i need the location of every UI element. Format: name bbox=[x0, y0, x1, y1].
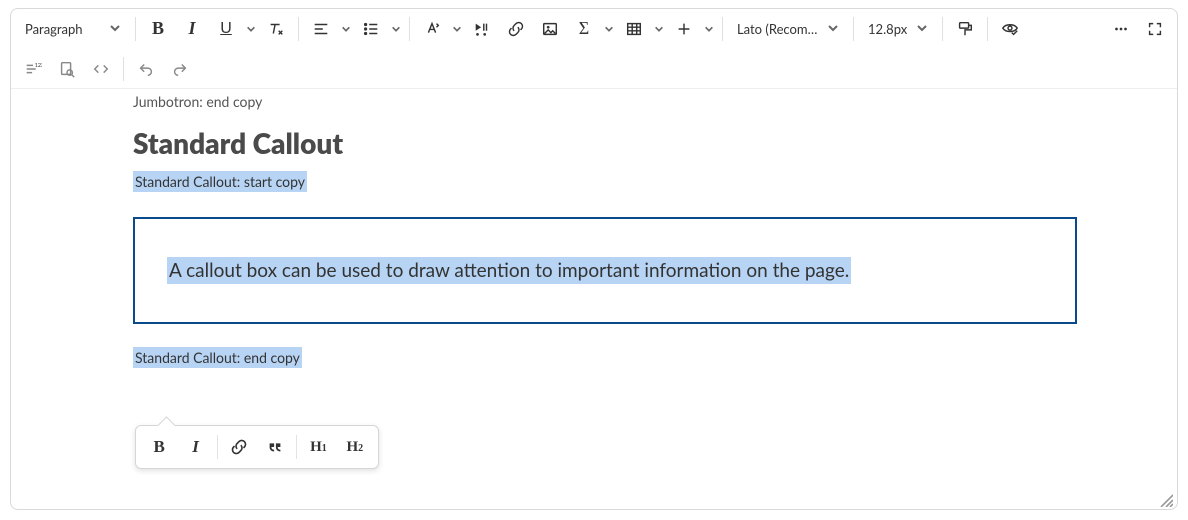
preview-button[interactable] bbox=[51, 54, 83, 84]
separator bbox=[135, 17, 136, 41]
clear-formatting-icon bbox=[267, 20, 285, 38]
table-button[interactable] bbox=[618, 14, 650, 44]
list-button[interactable] bbox=[355, 14, 387, 44]
dots-icon bbox=[1112, 20, 1130, 38]
text-color-icon bbox=[423, 20, 441, 38]
callout-text: A callout box can be used to draw attent… bbox=[167, 257, 851, 284]
undo-icon bbox=[137, 60, 155, 78]
align-icon bbox=[312, 20, 330, 38]
link-icon bbox=[507, 20, 525, 38]
h2-icon: H2 bbox=[346, 439, 363, 456]
block-format-label: Paragraph bbox=[25, 21, 83, 37]
font-family-label: Lato (Recomme… bbox=[737, 21, 821, 37]
word-count-button[interactable]: 123 bbox=[17, 54, 49, 84]
float-link-button[interactable] bbox=[222, 430, 256, 464]
code-icon bbox=[92, 60, 110, 78]
fullscreen-button[interactable] bbox=[1139, 14, 1171, 44]
table-more[interactable] bbox=[652, 24, 666, 34]
separator bbox=[942, 17, 943, 41]
equation-more[interactable] bbox=[602, 24, 616, 34]
table-icon bbox=[625, 20, 643, 38]
align-button[interactable] bbox=[305, 14, 337, 44]
chevron-down-icon bbox=[827, 21, 839, 37]
align-more[interactable] bbox=[339, 24, 353, 34]
content-inner: Jumbotron: end copy Standard Callout Sta… bbox=[11, 93, 1177, 367]
callout-box: A callout box can be used to draw attent… bbox=[133, 217, 1077, 324]
separator bbox=[217, 435, 218, 459]
chevron-down-icon bbox=[916, 21, 928, 37]
font-size-select[interactable]: 12.8px bbox=[860, 14, 936, 44]
quote-icon bbox=[266, 438, 284, 456]
float-italic-button[interactable]: I bbox=[178, 430, 212, 464]
eye-check-icon bbox=[1001, 20, 1019, 38]
highlighted-text: A callout box can be used to draw attent… bbox=[167, 257, 851, 284]
font-size-label: 12.8px bbox=[868, 21, 907, 37]
separator bbox=[123, 57, 124, 81]
callout-start-marker: Standard Callout: start copy bbox=[11, 172, 1177, 191]
separator bbox=[298, 17, 299, 41]
separator bbox=[987, 17, 988, 41]
bold-icon: B bbox=[152, 18, 164, 39]
underline-more[interactable] bbox=[244, 24, 258, 34]
fullscreen-icon bbox=[1146, 20, 1164, 38]
source-code-button[interactable] bbox=[85, 54, 117, 84]
editor-frame: Paragraph B I U bbox=[10, 8, 1178, 510]
toolbar-row-2: 123 bbox=[11, 49, 1177, 89]
highlighted-text: Standard Callout: end copy bbox=[133, 347, 302, 368]
float-quote-button[interactable] bbox=[258, 430, 292, 464]
quicklink-button[interactable] bbox=[500, 14, 532, 44]
insert-stuff-button[interactable] bbox=[466, 14, 498, 44]
italic-icon: I bbox=[192, 437, 199, 457]
list-more[interactable] bbox=[389, 24, 403, 34]
page-search-icon bbox=[58, 60, 76, 78]
block-format-select[interactable]: Paragraph bbox=[17, 14, 129, 44]
insert-more-button[interactable] bbox=[668, 14, 700, 44]
underline-button[interactable]: U bbox=[210, 14, 242, 44]
italic-button[interactable]: I bbox=[176, 14, 208, 44]
heading-standard-callout: Standard Callout bbox=[11, 126, 1177, 160]
font-family-select[interactable]: Lato (Recomme… bbox=[729, 14, 847, 44]
separator bbox=[409, 17, 410, 41]
clear-formatting-button[interactable] bbox=[260, 14, 292, 44]
highlighted-text: Standard Callout: start copy bbox=[133, 171, 307, 192]
float-h1-button[interactable]: H1 bbox=[301, 430, 335, 464]
text-color-button[interactable] bbox=[416, 14, 448, 44]
float-bold-button[interactable]: B bbox=[142, 430, 176, 464]
bold-button[interactable]: B bbox=[142, 14, 174, 44]
float-h2-button[interactable]: H2 bbox=[338, 430, 372, 464]
format-painter-icon bbox=[956, 20, 974, 38]
jumbotron-end-marker: Jumbotron: end copy bbox=[11, 93, 1177, 110]
format-painter-button[interactable] bbox=[949, 14, 981, 44]
image-button[interactable] bbox=[534, 14, 566, 44]
chevron-down-icon bbox=[109, 21, 121, 37]
separator bbox=[296, 435, 297, 459]
equation-button[interactable]: Σ bbox=[568, 14, 600, 44]
selection-toolbar: B I H1 H2 bbox=[135, 425, 379, 469]
redo-button[interactable] bbox=[164, 54, 196, 84]
separator bbox=[853, 17, 854, 41]
insert-more-dropdown[interactable] bbox=[702, 24, 716, 34]
bold-icon: B bbox=[154, 437, 165, 457]
image-icon bbox=[541, 20, 559, 38]
callout-end-marker: Standard Callout: end copy bbox=[11, 348, 1177, 367]
svg-text:123: 123 bbox=[35, 63, 42, 69]
insert-stuff-icon bbox=[473, 20, 491, 38]
plus-icon bbox=[675, 20, 693, 38]
toolbar-row-1: Paragraph B I U bbox=[11, 9, 1177, 49]
list-icon bbox=[362, 20, 380, 38]
h1-icon: H1 bbox=[310, 439, 327, 456]
accessibility-checker-button[interactable] bbox=[994, 14, 1026, 44]
sigma-icon: Σ bbox=[579, 18, 589, 39]
overflow-menu-button[interactable] bbox=[1105, 14, 1137, 44]
underline-icon: U bbox=[220, 20, 232, 38]
undo-button[interactable] bbox=[130, 54, 162, 84]
text-color-more[interactable] bbox=[450, 24, 464, 34]
separator bbox=[722, 17, 723, 41]
word-count-icon: 123 bbox=[24, 60, 42, 78]
redo-icon bbox=[171, 60, 189, 78]
link-icon bbox=[230, 438, 248, 456]
italic-icon: I bbox=[188, 18, 195, 39]
